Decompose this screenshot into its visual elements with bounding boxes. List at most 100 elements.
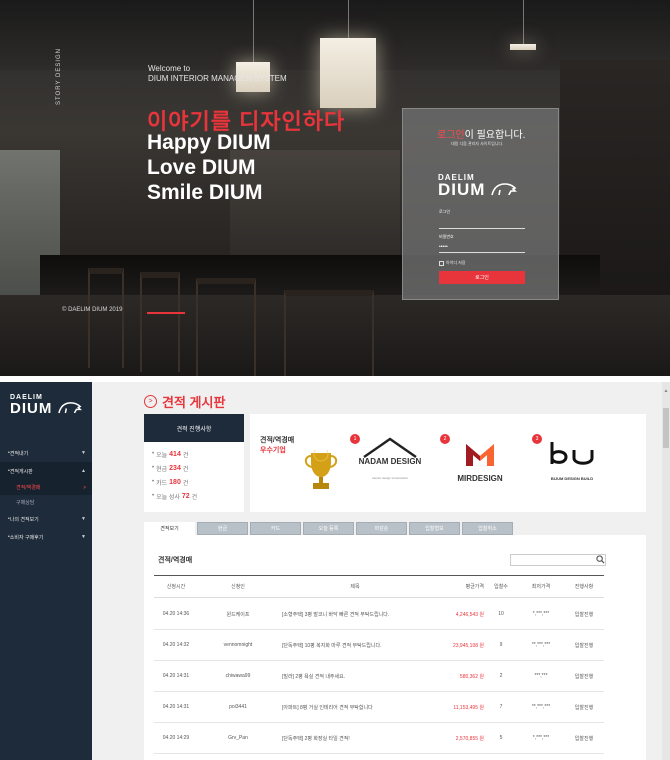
scroll-up-icon[interactable]: ▲ bbox=[662, 388, 670, 396]
table-row[interactable]: 04.20 14:31 poi3441 [아파트] 8평 거실 인테리어 견적 … bbox=[154, 692, 604, 723]
cell-status: 입찰진행 bbox=[574, 642, 594, 649]
column-header[interactable]: 제목 bbox=[278, 583, 428, 593]
tab-view[interactable]: 견적보기 bbox=[144, 522, 195, 535]
status-item-today[interactable]: • 오늘 414 건 bbox=[152, 447, 236, 461]
cell-subject[interactable]: [아파트] 8평 거실 인테리어 견적 부탁합니다 bbox=[278, 704, 428, 711]
cell-time: 04.20 14:31 bbox=[162, 704, 190, 710]
slogan-line: Happy DIUM bbox=[147, 131, 271, 154]
bear-icon bbox=[57, 402, 82, 414]
chevron-right-icon: > bbox=[144, 395, 157, 408]
cell-avg-price: 11,153,495 원 bbox=[453, 704, 484, 711]
column-header[interactable]: 입찰수 bbox=[484, 583, 518, 593]
chevron-down-icon: ▼ bbox=[81, 516, 86, 522]
column-header[interactable]: 평균가격 bbox=[428, 583, 484, 593]
partner-1[interactable]: 1 NADAM DESIGN interior design construct… bbox=[350, 434, 430, 494]
column-header[interactable]: 신청인 bbox=[198, 583, 278, 593]
slogan-line: Love DIUM bbox=[147, 156, 256, 179]
sidebar-item-reviews[interactable]: • 소비자 구매후기 ▼ bbox=[0, 528, 92, 546]
sidebar-item-reverse-auction[interactable]: 견적/역경매 > bbox=[0, 480, 92, 495]
sidebar-menu: • 견적내기 ▼ • 견적게시판 ▲ 견적/역경매 > 구매상담 • 나의 견적보기 ▼… bbox=[0, 444, 92, 546]
search-input[interactable] bbox=[510, 554, 606, 566]
partner-name: MIRDESIGN bbox=[457, 474, 503, 483]
partner-2[interactable]: 2 MIRDESIGN bbox=[440, 434, 520, 494]
cell-avg-price: 23,945,108 원 bbox=[452, 642, 484, 649]
tab-today[interactable]: 오늘 등록 bbox=[303, 522, 354, 535]
status-list: • 오늘 414 건 • 현금 234 건 • 카드 180 건 • 오늘 성사 72 건 bbox=[144, 442, 244, 508]
tab-deadline[interactable]: 마감순 bbox=[356, 522, 407, 535]
lamp-cord bbox=[523, 0, 524, 44]
id-label: 로그인 bbox=[439, 209, 451, 214]
login-panel: 로그인이 필요합니다. 대림 디움 관리자 사이트입니다. DAELIM DIU… bbox=[402, 108, 559, 300]
column-header[interactable]: 최저가격 bbox=[518, 583, 564, 593]
sidebar-item-estimate-board[interactable]: • 견적게시판 ▲ bbox=[0, 462, 92, 480]
login-button[interactable]: 로그인 bbox=[439, 271, 525, 284]
id-input[interactable] bbox=[439, 217, 525, 229]
status-value: 414 bbox=[169, 450, 181, 458]
table-row[interactable]: 04.20 14:31 chiwawa99 [빌라] 2평 욕실 견적 내주세요… bbox=[154, 661, 604, 692]
status-unit: 건 bbox=[182, 480, 189, 487]
cell-avg-price: 580,362 원 bbox=[459, 673, 484, 680]
table-row[interactable]: 04.20 14:29 Grv_Pan [단독주택] 2평 화장실 타일 견적!… bbox=[154, 723, 604, 754]
bar-stool bbox=[196, 278, 256, 376]
sidebar-item-label: 견적게시판 bbox=[9, 468, 33, 475]
tab-cash[interactable]: 현금 bbox=[197, 522, 248, 535]
chevron-right-icon: > bbox=[83, 484, 86, 491]
cell-subject[interactable]: [단독주택] 2평 화장실 타일 견적! bbox=[278, 735, 428, 742]
column-header[interactable]: 신청시간 bbox=[154, 583, 198, 593]
cell-status: 입찰진행 bbox=[574, 704, 594, 711]
sidebar-item-estimate[interactable]: • 견적내기 ▼ bbox=[0, 444, 92, 462]
cell-bids: 10 bbox=[498, 611, 504, 617]
sidebar-logo[interactable]: DAELIM DIUM bbox=[10, 394, 82, 416]
board-tabs: 견적보기 현금 카드 오늘 등록 마감순 입찰형보 입찰취소 bbox=[144, 522, 513, 535]
cell-subject[interactable]: [단독주택] 10평 복지화 마루 견적 부탁드립니다. bbox=[278, 642, 428, 649]
hero-accent-bar bbox=[147, 312, 185, 314]
partners-title-line1: 견적/역경매 bbox=[260, 437, 295, 444]
status-value: 180 bbox=[169, 478, 181, 486]
scrollbar-thumb[interactable] bbox=[663, 408, 669, 448]
trophy-icon bbox=[304, 450, 338, 489]
bar-stool bbox=[140, 272, 180, 372]
cell-status: 입찰진행 bbox=[574, 735, 594, 742]
cell-subject[interactable]: [빌라] 2평 욕실 견적 내주세요. bbox=[278, 673, 428, 680]
cell-subject[interactable]: [소형주택] 3평 발코니 바닥 빠른 견적 부탁드립니다. bbox=[278, 611, 428, 618]
partner-3[interactable]: 3 BIJUM DESIGN BUILD bbox=[532, 434, 612, 494]
sidebar-item-my-estimates[interactable]: • 나의 견적보기 ▼ bbox=[0, 510, 92, 528]
tab-bid-cancel[interactable]: 입찰취소 bbox=[462, 522, 513, 535]
pendant-lamp bbox=[510, 44, 536, 50]
table-row[interactable]: 04.20 14:36 윈드케이프 [소형주택] 3평 발코니 바닥 빠른 견적… bbox=[154, 599, 604, 630]
welcome-text: Welcome to DIUM INTERIOR MANAGER SYSTEM bbox=[148, 64, 287, 84]
cell-time: 04.20 14:29 bbox=[162, 735, 190, 741]
search-icon[interactable] bbox=[596, 555, 605, 564]
partner-tagline: interior design construction bbox=[372, 476, 408, 480]
rank-badge: 1 bbox=[350, 434, 360, 444]
vertical-scrollbar[interactable]: ▲ bbox=[662, 382, 670, 760]
sidebar-item-label: 소비자 구매후기 bbox=[9, 534, 44, 541]
sidebar-item-label: 견적내기 bbox=[9, 450, 29, 457]
remember-id[interactable]: 아이디 저장 bbox=[439, 260, 466, 266]
column-header[interactable]: 진행사항 bbox=[564, 583, 604, 593]
sidebar-item-consult[interactable]: 구매상담 bbox=[0, 495, 92, 510]
login-subtitle: 대림 디움 관리자 사이트입니다. bbox=[451, 141, 504, 146]
cell-min-price: ***,*** bbox=[534, 673, 548, 679]
status-unit: 건 bbox=[182, 452, 189, 459]
logo-dium: DIUM bbox=[438, 181, 518, 198]
welcome-line: Welcome to bbox=[148, 64, 191, 73]
password-label: 비밀번호 bbox=[439, 234, 454, 239]
login-title-rest: 이 필요합니다. bbox=[464, 130, 526, 141]
status-label: 오늘 성사 bbox=[156, 494, 180, 501]
pendant-lamp bbox=[320, 38, 376, 108]
tab-card[interactable]: 카드 bbox=[250, 522, 301, 535]
tab-bid-info[interactable]: 입찰형보 bbox=[409, 522, 460, 535]
status-item-deals[interactable]: • 오늘 성사 72 건 bbox=[152, 489, 236, 503]
password-input[interactable] bbox=[439, 241, 525, 253]
cell-bids: 9 bbox=[499, 642, 503, 648]
estimate-board: 견적/역경매 신청시간 신청인 제목 평균가격 입찰수 최저가격 진행사항 04… bbox=[144, 535, 646, 760]
table-row[interactable]: 04.20 14:32 vennomnight [단독주택] 10평 복지화 마… bbox=[154, 630, 604, 661]
cell-bids: 5 bbox=[499, 735, 503, 741]
partners-title: 견적/역경매 우수기업 bbox=[260, 436, 294, 456]
bar-stool bbox=[88, 268, 124, 368]
remember-checkbox[interactable] bbox=[439, 260, 444, 266]
status-item-cash[interactable]: • 현금 234 건 bbox=[152, 461, 236, 475]
status-item-card[interactable]: • 카드 180 건 bbox=[152, 475, 236, 489]
sidebar-item-label: 구매상담 bbox=[16, 500, 35, 506]
